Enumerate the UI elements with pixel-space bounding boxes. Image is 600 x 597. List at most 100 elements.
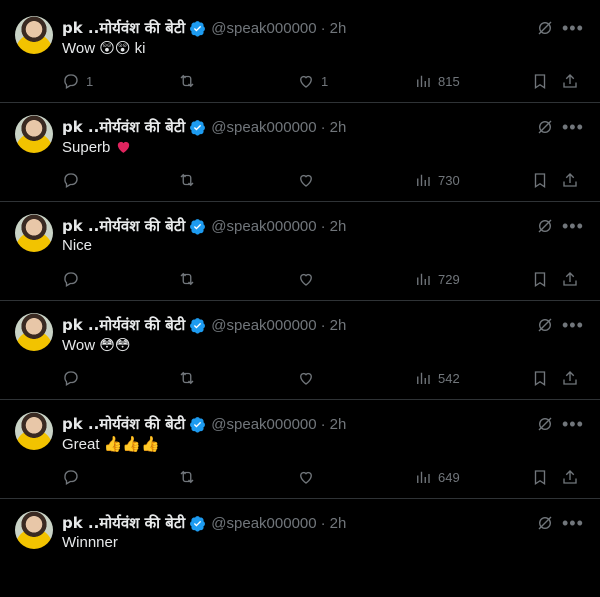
grok-icon[interactable] (536, 415, 554, 433)
tweet-emoji: 😳😳 (99, 336, 131, 354)
analytics-icon (417, 75, 430, 87)
tweet-item[interactable]: pk ..मोर्यवंश की बेटी @speak000000 · 2h … (0, 4, 600, 103)
retweet-button[interactable] (178, 171, 202, 189)
verified-badge-icon (190, 515, 206, 532)
user-handle[interactable]: @speak000000 (211, 317, 316, 334)
reply-button[interactable]: 1 (62, 72, 93, 90)
share-button[interactable] (561, 468, 579, 486)
like-button[interactable] (297, 369, 321, 387)
avatar[interactable] (15, 313, 53, 351)
tweet-item[interactable]: pk ..मोर्यवंश की बेटी @speak000000 · 2h … (0, 103, 600, 202)
tweet-timestamp[interactable]: 2h (330, 515, 347, 532)
like-button[interactable] (297, 270, 321, 288)
red-heart-emoji (117, 141, 129, 153)
bookmark-button[interactable] (531, 468, 549, 486)
like-button[interactable] (297, 171, 321, 189)
more-options-icon[interactable]: ••• (562, 314, 583, 336)
user-handle[interactable]: @speak000000 (211, 20, 316, 37)
bookmark-button[interactable] (531, 270, 549, 288)
user-handle[interactable]: @speak000000 (211, 218, 316, 235)
user-name[interactable]: pk ..मोर्यवंश की बेटी (62, 513, 185, 533)
user-handle[interactable]: @speak000000 (211, 119, 316, 136)
like-button[interactable] (297, 468, 321, 486)
tweet-text: Great 👍👍👍 (62, 435, 160, 453)
verified-badge-icon (190, 317, 206, 334)
tweet-actions: 542 (0, 369, 600, 389)
grok-icon[interactable] (536, 19, 554, 37)
reply-icon (64, 173, 78, 188)
like-button[interactable]: 1 (297, 72, 328, 90)
retweet-icon (180, 371, 194, 385)
heart-icon (300, 75, 312, 88)
share-button[interactable] (561, 171, 579, 189)
tweet-text-body: Wow (62, 40, 96, 57)
avatar[interactable] (15, 16, 53, 54)
more-options-icon[interactable]: ••• (562, 215, 583, 237)
share-button[interactable] (561, 72, 579, 90)
view-count: 815 (438, 73, 460, 89)
bookmark-button[interactable] (531, 369, 549, 387)
tweet-text: Nice (62, 237, 92, 254)
user-handle[interactable]: @speak000000 (211, 416, 316, 433)
user-name[interactable]: pk ..मोर्यवंश की बेटी (62, 117, 185, 137)
share-icon (563, 173, 577, 187)
tweet-timestamp[interactable]: 2h (330, 218, 347, 235)
grok-icon[interactable] (536, 316, 554, 334)
user-handle[interactable]: @speak000000 (211, 515, 316, 532)
avatar[interactable] (15, 412, 53, 450)
retweet-button[interactable] (178, 468, 202, 486)
views-button[interactable]: 729 (414, 270, 460, 288)
tweet-timestamp[interactable]: 2h (330, 416, 347, 433)
user-name[interactable]: pk ..मोर्यवंश की बेटी (62, 18, 185, 38)
reply-button[interactable] (62, 171, 86, 189)
grok-icon[interactable] (536, 514, 554, 532)
more-options-icon[interactable]: ••• (562, 116, 583, 138)
share-icon (563, 272, 577, 286)
user-name[interactable]: pk ..मोर्यवंश की बेटी (62, 414, 185, 434)
reply-button[interactable] (62, 270, 86, 288)
tweet-item[interactable]: pk ..मोर्यवंश की बेटी @speak000000 · 2h … (0, 499, 600, 597)
more-options-icon[interactable]: ••• (562, 413, 583, 435)
retweet-button[interactable] (178, 270, 202, 288)
heart-icon (300, 174, 312, 187)
share-button[interactable] (561, 270, 579, 288)
views-button[interactable]: 649 (414, 468, 460, 486)
user-name[interactable]: pk ..मोर्यवंश की बेटी (62, 315, 185, 335)
avatar[interactable] (15, 511, 53, 549)
tweet-timestamp[interactable]: 2h (330, 20, 347, 37)
views-button[interactable]: 815 (414, 72, 460, 90)
tweet-timestamp[interactable]: 2h (330, 119, 347, 136)
avatar[interactable] (15, 115, 53, 153)
tweet-actions: 730 (0, 171, 600, 191)
separator-dot: · (320, 316, 326, 334)
bookmark-button[interactable] (531, 171, 549, 189)
tweet-item[interactable]: pk ..मोर्यवंश की बेटी @speak000000 · 2h … (0, 400, 600, 499)
views-button[interactable]: 730 (414, 171, 460, 189)
tweet-header: pk ..मोर्यवंश की बेटी @speak000000 · 2h (62, 117, 346, 137)
retweet-button[interactable] (178, 72, 202, 90)
view-count: 730 (438, 172, 460, 188)
tweet-item[interactable]: pk ..मोर्यवंश की बेटी @speak000000 · 2h … (0, 202, 600, 301)
user-name[interactable]: pk ..मोर्यवंश की बेटी (62, 216, 185, 236)
avatar[interactable] (15, 214, 53, 252)
reply-count: 1 (86, 73, 94, 89)
grok-icon[interactable] (536, 118, 554, 136)
grok-icon[interactable] (536, 217, 554, 235)
reply-button[interactable] (62, 369, 86, 387)
tweet-timestamp[interactable]: 2h (330, 317, 347, 334)
reply-button[interactable] (62, 468, 86, 486)
reply-icon (64, 371, 78, 386)
analytics-icon (417, 174, 430, 186)
bookmark-button[interactable] (531, 72, 549, 90)
views-button[interactable]: 542 (414, 369, 460, 387)
more-options-icon[interactable]: ••• (562, 512, 583, 534)
retweet-button[interactable] (178, 369, 202, 387)
tweet-text: Winnner (62, 534, 118, 551)
reply-icon (64, 470, 78, 485)
more-options-icon[interactable]: ••• (562, 17, 583, 39)
verified-badge-icon (190, 20, 206, 37)
share-button[interactable] (561, 369, 579, 387)
bookmark-icon (534, 74, 546, 90)
tweet-item[interactable]: pk ..मोर्यवंश की बेटी @speak000000 · 2h … (0, 301, 600, 400)
verified-badge-icon (190, 119, 206, 136)
